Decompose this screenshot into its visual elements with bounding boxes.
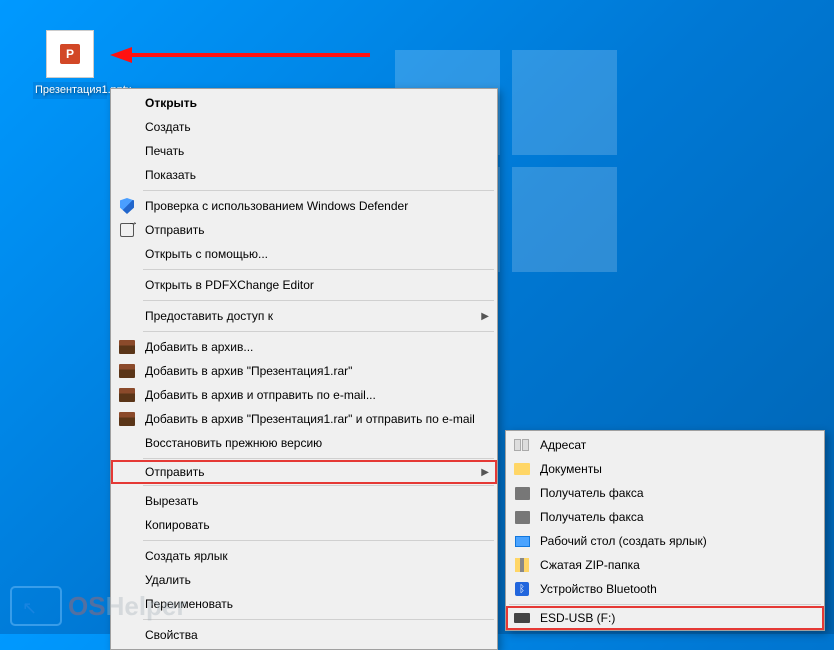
menu-send[interactable]: Отправить	[113, 218, 495, 242]
annotation-arrow	[110, 45, 370, 65]
desktop-file-icon[interactable]: P Презентация1.pptx	[33, 30, 107, 99]
menu-cut[interactable]: Вырезать	[113, 489, 495, 513]
pptx-thumbnail: P	[46, 30, 94, 78]
send-to-submenu: Адресат Документы Получатель факса Получ…	[505, 430, 825, 631]
menu-open[interactable]: Открыть	[113, 91, 495, 115]
submenu-fax2[interactable]: Получатель факса	[508, 505, 822, 529]
menu-rar-email[interactable]: Добавить в архив и отправить по e-mail..…	[113, 383, 495, 407]
winrar-icon	[119, 364, 135, 378]
pptx-badge-icon: P	[60, 44, 80, 64]
folder-icon	[514, 463, 530, 475]
menu-restore[interactable]: Восстановить прежнюю версию	[113, 431, 495, 455]
menu-rar-email-name[interactable]: Добавить в архив "Презентация1.rar" и от…	[113, 407, 495, 431]
submenu-addressee[interactable]: Адресат	[508, 433, 822, 457]
winrar-icon	[119, 340, 135, 354]
menu-print[interactable]: Печать	[113, 139, 495, 163]
chevron-right-icon: ▶	[481, 311, 489, 322]
menu-copy[interactable]: Копировать	[113, 513, 495, 537]
menu-rar-add-name[interactable]: Добавить в архив "Презентация1.rar"	[113, 359, 495, 383]
submenu-desktop[interactable]: Рабочий стол (создать ярлык)	[508, 529, 822, 553]
bluetooth-icon: ᛒ	[515, 582, 529, 596]
fax-icon	[515, 487, 530, 500]
menu-shortcut[interactable]: Создать ярлык	[113, 544, 495, 568]
winrar-icon	[119, 412, 135, 426]
menu-send-to[interactable]: Отправить▶	[111, 460, 497, 484]
menu-create[interactable]: Создать	[113, 115, 495, 139]
watermark: ↖ OSHelper	[10, 586, 187, 626]
winrar-icon	[119, 388, 135, 402]
chevron-right-icon: ▶	[481, 467, 489, 478]
menu-pdfx[interactable]: Открыть в PDFXChange Editor	[113, 273, 495, 297]
menu-rar-add[interactable]: Добавить в архив...	[113, 335, 495, 359]
desktop-file-label: Презентация1.pptx	[33, 82, 107, 99]
menu-show[interactable]: Показать	[113, 163, 495, 187]
shield-icon	[120, 198, 134, 214]
submenu-documents[interactable]: Документы	[508, 457, 822, 481]
fax-icon	[515, 511, 530, 524]
watermark-logo-icon: ↖	[10, 586, 62, 626]
submenu-bluetooth[interactable]: ᛒУстройство Bluetooth	[508, 577, 822, 601]
menu-defender[interactable]: Проверка с использованием Windows Defend…	[113, 194, 495, 218]
submenu-esd-usb[interactable]: ESD-USB (F:)	[506, 606, 824, 630]
submenu-zip[interactable]: Сжатая ZIP-папка	[508, 553, 822, 577]
usb-drive-icon	[514, 613, 530, 623]
desktop-icon	[515, 536, 530, 547]
share-icon	[120, 223, 134, 237]
watermark-text: OSHelper	[68, 591, 187, 622]
menu-grant-access[interactable]: Предоставить доступ к▶	[113, 304, 495, 328]
zip-icon	[515, 558, 529, 572]
contact-icon	[514, 439, 530, 451]
menu-properties[interactable]: Свойства	[113, 623, 495, 647]
context-menu: Открыть Создать Печать Показать Проверка…	[110, 88, 498, 650]
menu-open-with[interactable]: Открыть с помощью...	[113, 242, 495, 266]
submenu-fax1[interactable]: Получатель факса	[508, 481, 822, 505]
